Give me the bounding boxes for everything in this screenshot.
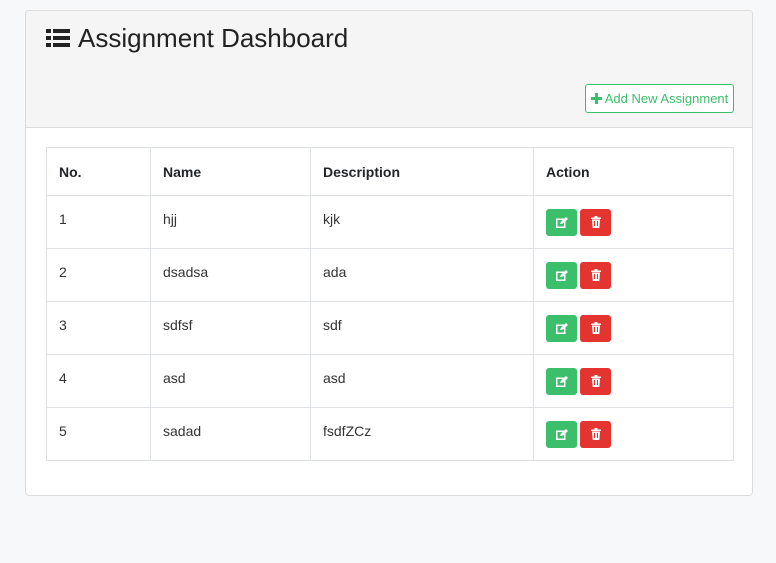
edit-icon [555,375,568,387]
add-assignment-button[interactable]: Add New Assignment [585,84,734,113]
column-header-action: Action [533,147,734,196]
assignment-card: Assignment Dashboard Add New Assignment … [25,10,753,496]
table-row: 4 asd asd [46,354,734,408]
trash-icon [590,322,601,334]
row-actions [546,314,721,342]
edit-button[interactable] [546,208,577,236]
edit-icon [555,428,568,440]
cell-description: asd [310,354,534,408]
plus-icon [590,93,602,104]
delete-button[interactable] [580,420,611,448]
trash-icon [590,269,601,281]
row-actions [546,261,721,289]
cell-actions [533,248,734,302]
edit-icon [555,322,568,334]
table-row: 5 sadad fsdfZCz [46,407,734,461]
cell-description: sdf [310,301,534,355]
cell-name: asd [150,354,311,408]
add-assignment-label: Add New Assignment [604,91,729,106]
delete-button[interactable] [580,208,611,236]
table-row: 1 hjj kjk [46,195,734,249]
delete-button[interactable] [580,261,611,289]
cell-description: ada [310,248,534,302]
card-header: Assignment Dashboard Add New Assignment [26,11,752,128]
delete-button[interactable] [580,314,611,342]
edit-icon [555,216,568,228]
page-title: Assignment Dashboard [78,23,349,53]
edit-icon [555,269,568,281]
trash-icon [590,216,601,228]
row-actions [546,367,721,395]
trash-icon [590,375,601,387]
edit-button[interactable] [546,420,577,448]
edit-button[interactable] [546,261,577,289]
column-header-description: Description [310,147,534,196]
cell-no: 4 [46,354,151,408]
cell-no: 3 [46,301,151,355]
cell-description: fsdfZCz [310,407,534,461]
list-icon [46,29,70,47]
delete-button[interactable] [580,367,611,395]
table-row: 2 dsadsa ada [46,248,734,302]
page-title-wrap: Assignment Dashboard [46,23,348,53]
cell-no: 2 [46,248,151,302]
row-actions [546,208,721,236]
edit-button[interactable] [546,367,577,395]
cell-actions [533,407,734,461]
trash-icon [590,428,601,440]
cell-description: kjk [310,195,534,249]
cell-actions [533,195,734,249]
cell-no: 1 [46,195,151,249]
cell-name: sadad [150,407,311,461]
cell-name: dsadsa [150,248,311,302]
cell-no: 5 [46,407,151,461]
cell-actions [533,301,734,355]
column-header-no: No. [46,147,151,196]
cell-actions [533,354,734,408]
table-row: 3 sdfsf sdf [46,301,734,355]
cell-name: hjj [150,195,311,249]
edit-button[interactable] [546,314,577,342]
table-header-row: No. Name Description Action [46,147,734,196]
column-header-name: Name [150,147,311,196]
row-actions [546,420,721,448]
cell-name: sdfsf [150,301,311,355]
assignments-table: No. Name Description Action 1 hjj kjk 2 … [46,147,734,461]
